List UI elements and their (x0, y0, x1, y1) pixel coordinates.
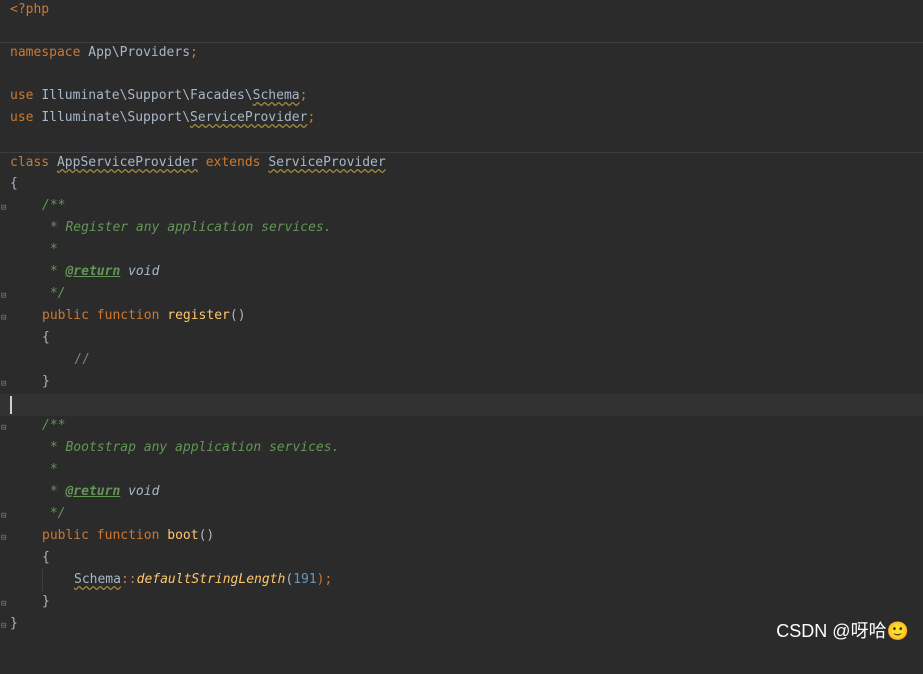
code-line: <?php (0, 0, 923, 22)
code-line: use Illuminate\Support\Facades\Schema; (10, 88, 308, 103)
code-line: * Register any application services. (42, 220, 332, 235)
code-line: namespace App\Providers; (0, 42, 923, 64)
code-line: public function boot() (42, 528, 215, 543)
php-open-tag: <?php (10, 2, 50, 17)
code-line: { (10, 176, 18, 191)
boot-function[interactable]: boot (167, 528, 198, 543)
code-line: * (42, 242, 58, 257)
class-name[interactable]: AppServiceProvider (57, 155, 198, 170)
register-function[interactable]: register (167, 308, 230, 323)
parent-class[interactable]: ServiceProvider (268, 155, 385, 170)
code-line: /** (42, 198, 66, 213)
code-line: class AppServiceProvider extends Service… (0, 152, 923, 174)
code-line: } (42, 594, 50, 609)
text-caret (10, 396, 12, 414)
schema-import[interactable]: Schema (253, 88, 300, 103)
code-line: { (42, 550, 50, 565)
code-line: */ (42, 506, 66, 521)
code-line: { (42, 330, 50, 345)
namespace-name: App\Providers (88, 45, 191, 60)
schema-class-ref[interactable]: Schema (74, 572, 121, 587)
code-line: */ (42, 286, 66, 301)
code-line: Schema::defaultStringLength(191); (74, 572, 333, 587)
code-line: // (74, 352, 90, 367)
current-line[interactable] (0, 394, 923, 416)
code-line: * (42, 462, 58, 477)
code-line: public function register() (42, 308, 246, 323)
code-line: * @return void (42, 264, 160, 279)
code-line: } (42, 374, 50, 389)
code-line: * @return void (42, 484, 160, 499)
code-editor[interactable]: <?php namespace App\Providers; use Illum… (0, 0, 923, 651)
service-provider-import[interactable]: ServiceProvider (190, 110, 307, 125)
code-line: /** (42, 418, 66, 433)
namespace-keyword: namespace (10, 45, 81, 60)
csdn-watermark: CSDN @呀哈🙂 (776, 621, 909, 641)
code-line: use Illuminate\Support\ServiceProvider; (10, 110, 316, 125)
code-line: * Bootstrap any application services. (42, 440, 340, 455)
default-string-length-call[interactable]: defaultStringLength (137, 572, 286, 587)
